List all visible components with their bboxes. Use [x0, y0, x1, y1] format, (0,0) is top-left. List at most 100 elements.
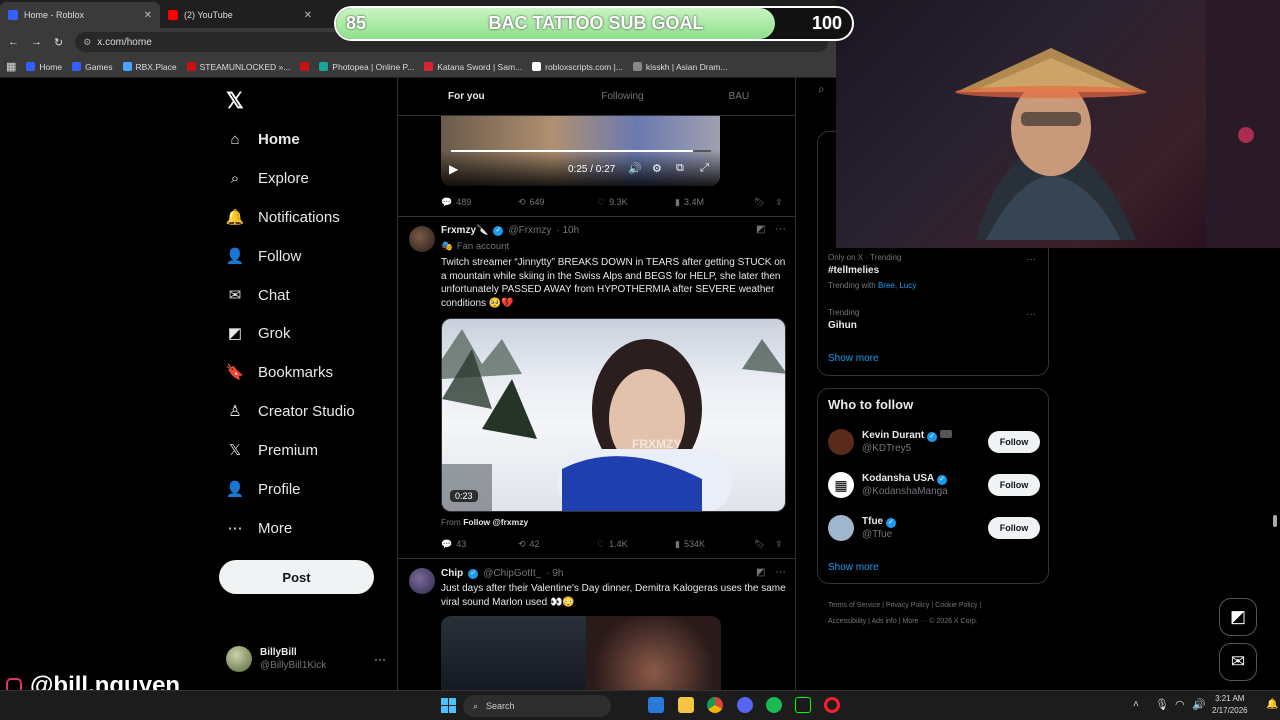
messages-fab-icon[interactable]: ✉	[1219, 643, 1257, 681]
chrome-icon[interactable]	[707, 697, 723, 713]
follow-button[interactable]: Follow	[988, 431, 1040, 453]
footer-link[interactable]: More ···	[902, 618, 927, 625]
tweet-media[interactable]	[441, 616, 721, 690]
sidebar-item-follow[interactable]: 👤 Follow	[226, 244, 302, 268]
spotify-icon[interactable]	[766, 697, 782, 713]
bookmark-icon[interactable]: 🔖︎	[754, 539, 765, 550]
discord-icon[interactable]	[737, 697, 753, 713]
sidebar-item-more[interactable]: ⋯ More	[226, 516, 293, 540]
wifi-icon[interactable]: ◠	[1175, 698, 1185, 711]
video-player[interactable]: ▶ 0:25 / 0:27 🔊 ⚙ ⧉ ⤢	[441, 116, 720, 186]
sidebar-item-creator-studio[interactable]: ♙ Creator Studio	[226, 399, 354, 423]
tab-bau[interactable]: BAU	[681, 78, 795, 115]
video-progress-track[interactable]	[451, 150, 711, 152]
bookmark-unnamed[interactable]	[300, 62, 310, 71]
follow-button[interactable]: Follow	[988, 474, 1040, 496]
follow-suggestion[interactable]: Kevin Durant ✓ @KDTrey5 Follow	[828, 427, 1040, 457]
footer-link[interactable]: Privacy Policy	[886, 602, 930, 609]
more-dots-icon[interactable]: ···	[775, 566, 786, 578]
avatar[interactable]	[409, 226, 435, 252]
sidebar-item-notifications[interactable]: 🔔 Notifications	[226, 205, 340, 229]
avatar[interactable]	[409, 568, 435, 594]
trend-item[interactable]: Only on X · Trending #tellmelies Trendin…	[828, 253, 916, 290]
reply-button[interactable]: 💬 43	[441, 539, 466, 550]
close-tab-icon[interactable]: ✕	[144, 10, 152, 21]
trend-more-icon[interactable]: ···	[1026, 254, 1036, 265]
views-button[interactable]: ▮ 534K	[675, 539, 705, 550]
browser-tab-youtube[interactable]: (2) YouTube ✕	[160, 2, 320, 28]
share-icon[interactable]: ⇪	[775, 197, 783, 208]
play-icon[interactable]: ▶	[449, 162, 458, 176]
fullscreen-icon[interactable]: ⤢	[700, 162, 709, 175]
microphone-icon[interactable]: 🎙	[1155, 698, 1169, 711]
reload-icon[interactable]: ↻	[54, 36, 63, 49]
show-more-trends[interactable]: Show more	[828, 353, 879, 364]
windows-start-icon[interactable]	[441, 698, 456, 713]
share-icon[interactable]: ⇪	[775, 539, 783, 550]
sidebar-item-profile[interactable]: 👤 Profile	[226, 477, 301, 501]
grok-icon[interactable]: ◩	[756, 567, 765, 578]
repost-button[interactable]: ⟲ 649	[518, 197, 545, 208]
grok-icon[interactable]: ◩	[756, 224, 765, 235]
sidebar-item-premium[interactable]: 𝕏 Premium	[226, 438, 318, 462]
video-thumbnail[interactable]: FRXMZY 0:23	[441, 318, 786, 512]
sidebar-item-grok[interactable]: ◩ Grok	[226, 321, 291, 345]
bookmark-rbx-place[interactable]: RBX.Place	[122, 62, 177, 72]
follow-suggestion[interactable]: Tfue ✓ @Tfue Follow	[828, 513, 1040, 543]
tweet-time[interactable]: · 10h	[556, 225, 579, 236]
opera-icon[interactable]	[824, 697, 840, 713]
trend-item[interactable]: Trending Gihun	[828, 308, 859, 331]
trend-more-icon[interactable]: ···	[1026, 309, 1036, 320]
bookmark-icon[interactable]: 🔖︎	[754, 197, 765, 208]
apps-grid-icon[interactable]: ▦	[6, 60, 16, 73]
bookmark-katana-sword[interactable]: Katana Sword | Sam...	[424, 62, 522, 72]
more-dots-icon[interactable]: ···	[775, 223, 786, 235]
close-tab-icon[interactable]: ✕	[304, 10, 312, 21]
footer-link[interactable]: Accessibility	[828, 618, 866, 625]
account-switcher[interactable]: BillyBill @BillyBill1Kick ···	[226, 643, 386, 675]
page-scrollbar[interactable]	[1273, 515, 1277, 527]
sidebar-item-chat[interactable]: ✉ Chat	[226, 283, 290, 307]
taskbar-clock[interactable]: 3:21 AM 2/17/2026	[1212, 693, 1248, 717]
footer-link[interactable]: Cookie Policy	[935, 602, 977, 609]
author-name[interactable]: Frxmzy🔪	[441, 225, 488, 236]
tweet-time[interactable]: · 9h	[546, 568, 563, 579]
volume-icon[interactable]: 🔊	[1192, 698, 1206, 711]
post-button[interactable]: Post	[219, 560, 374, 594]
back-icon[interactable]: ←	[8, 36, 19, 48]
forward-icon[interactable]: →	[31, 36, 42, 48]
site-info-icon[interactable]: ⚙	[83, 37, 91, 48]
show-more-follow[interactable]: Show more	[828, 562, 879, 573]
pip-icon[interactable]: ⧉	[676, 162, 684, 175]
sidebar-item-explore[interactable]: ⌕ Explore	[226, 166, 309, 190]
reply-button[interactable]: 💬 489	[441, 197, 471, 208]
store-icon[interactable]	[648, 697, 664, 713]
follow-button[interactable]: Follow	[988, 517, 1040, 539]
settings-gear-icon[interactable]: ⚙	[652, 162, 662, 175]
sidebar-item-home[interactable]: ⌂ Home	[226, 127, 299, 151]
volume-icon[interactable]: 🔊	[628, 162, 642, 175]
bookmark-games[interactable]: Games	[72, 62, 113, 72]
sidebar-item-bookmarks[interactable]: 🔖 Bookmarks	[226, 360, 333, 384]
bookmark-home[interactable]: Home	[26, 62, 62, 72]
file-explorer-icon[interactable]	[678, 697, 694, 713]
x-logo-icon[interactable]: 𝕏	[226, 88, 244, 114]
notifications-icon[interactable]: 🔔	[1266, 699, 1278, 710]
bookmark-photopea[interactable]: Photopea | Online P...	[319, 62, 414, 72]
more-dots-icon[interactable]: ···	[374, 652, 386, 666]
views-button[interactable]: ▮ 3.4M	[675, 197, 704, 208]
author-handle[interactable]: @ChipGotIt_	[483, 568, 541, 579]
footer-link[interactable]: Ads info	[871, 618, 896, 625]
like-button[interactable]: ♡ 9.3K	[597, 197, 628, 208]
follow-suggestion[interactable]: ▦ Kodansha USA ✓ @KodanshaManga Follow	[828, 470, 1040, 500]
footer-link[interactable]: Terms of Service	[828, 602, 880, 609]
app-icon[interactable]	[795, 697, 811, 713]
tab-following[interactable]: Following	[564, 78, 680, 115]
tray-chevron-icon[interactable]: ˄	[1133, 699, 1139, 710]
tab-for-you[interactable]: For you	[398, 78, 564, 115]
bookmark-kisskh[interactable]: kisskh | Asian Dram...	[632, 62, 727, 72]
repost-button[interactable]: ⟲ 42	[518, 539, 540, 550]
taskbar-search[interactable]: ⌕ Search	[463, 695, 611, 717]
bookmark-steamunlocked[interactable]: STEAMUNLOCKED »...	[186, 62, 290, 72]
like-button[interactable]: ♡ 1.4K	[597, 539, 628, 550]
